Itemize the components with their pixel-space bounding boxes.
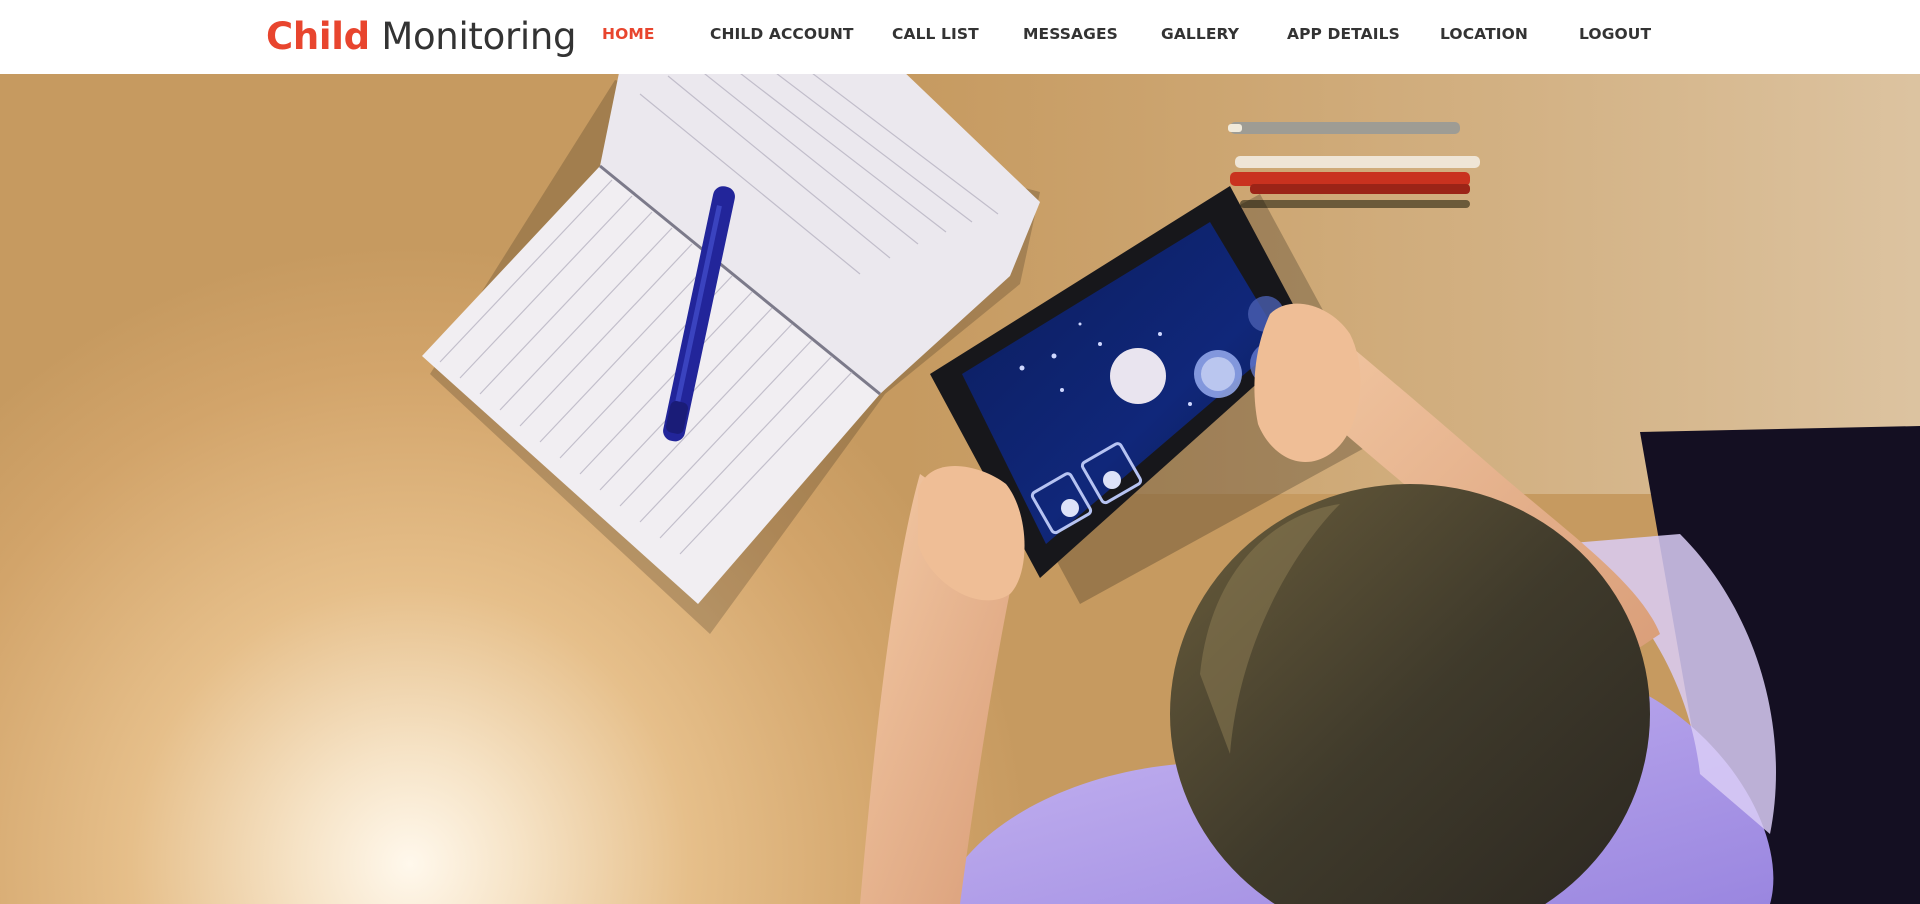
nav-logout[interactable]: LOGOUT [1579, 22, 1651, 46]
brand-logo[interactable]: Child Monitoring [266, 15, 577, 59]
hero-banner [0, 74, 1920, 904]
nav-child-account[interactable]: CHILD ACCOUNT [710, 22, 854, 46]
nav-messages[interactable]: MESSAGES [1023, 22, 1118, 46]
hero-photo [0, 74, 1920, 904]
nav-gallery[interactable]: GALLERY [1161, 22, 1239, 46]
nav-call-list[interactable]: CALL LIST [892, 22, 979, 46]
nav-app-details[interactable]: APP DETAILS [1287, 22, 1400, 46]
nav-home[interactable]: HOME [602, 22, 655, 46]
nav-location[interactable]: LOCATION [1440, 22, 1528, 46]
top-navbar: Child Monitoring HOME CHILD ACCOUNT CALL… [0, 0, 1920, 74]
brand-accent-text: Child [266, 15, 370, 58]
brand-rest-text: Monitoring [381, 15, 577, 58]
